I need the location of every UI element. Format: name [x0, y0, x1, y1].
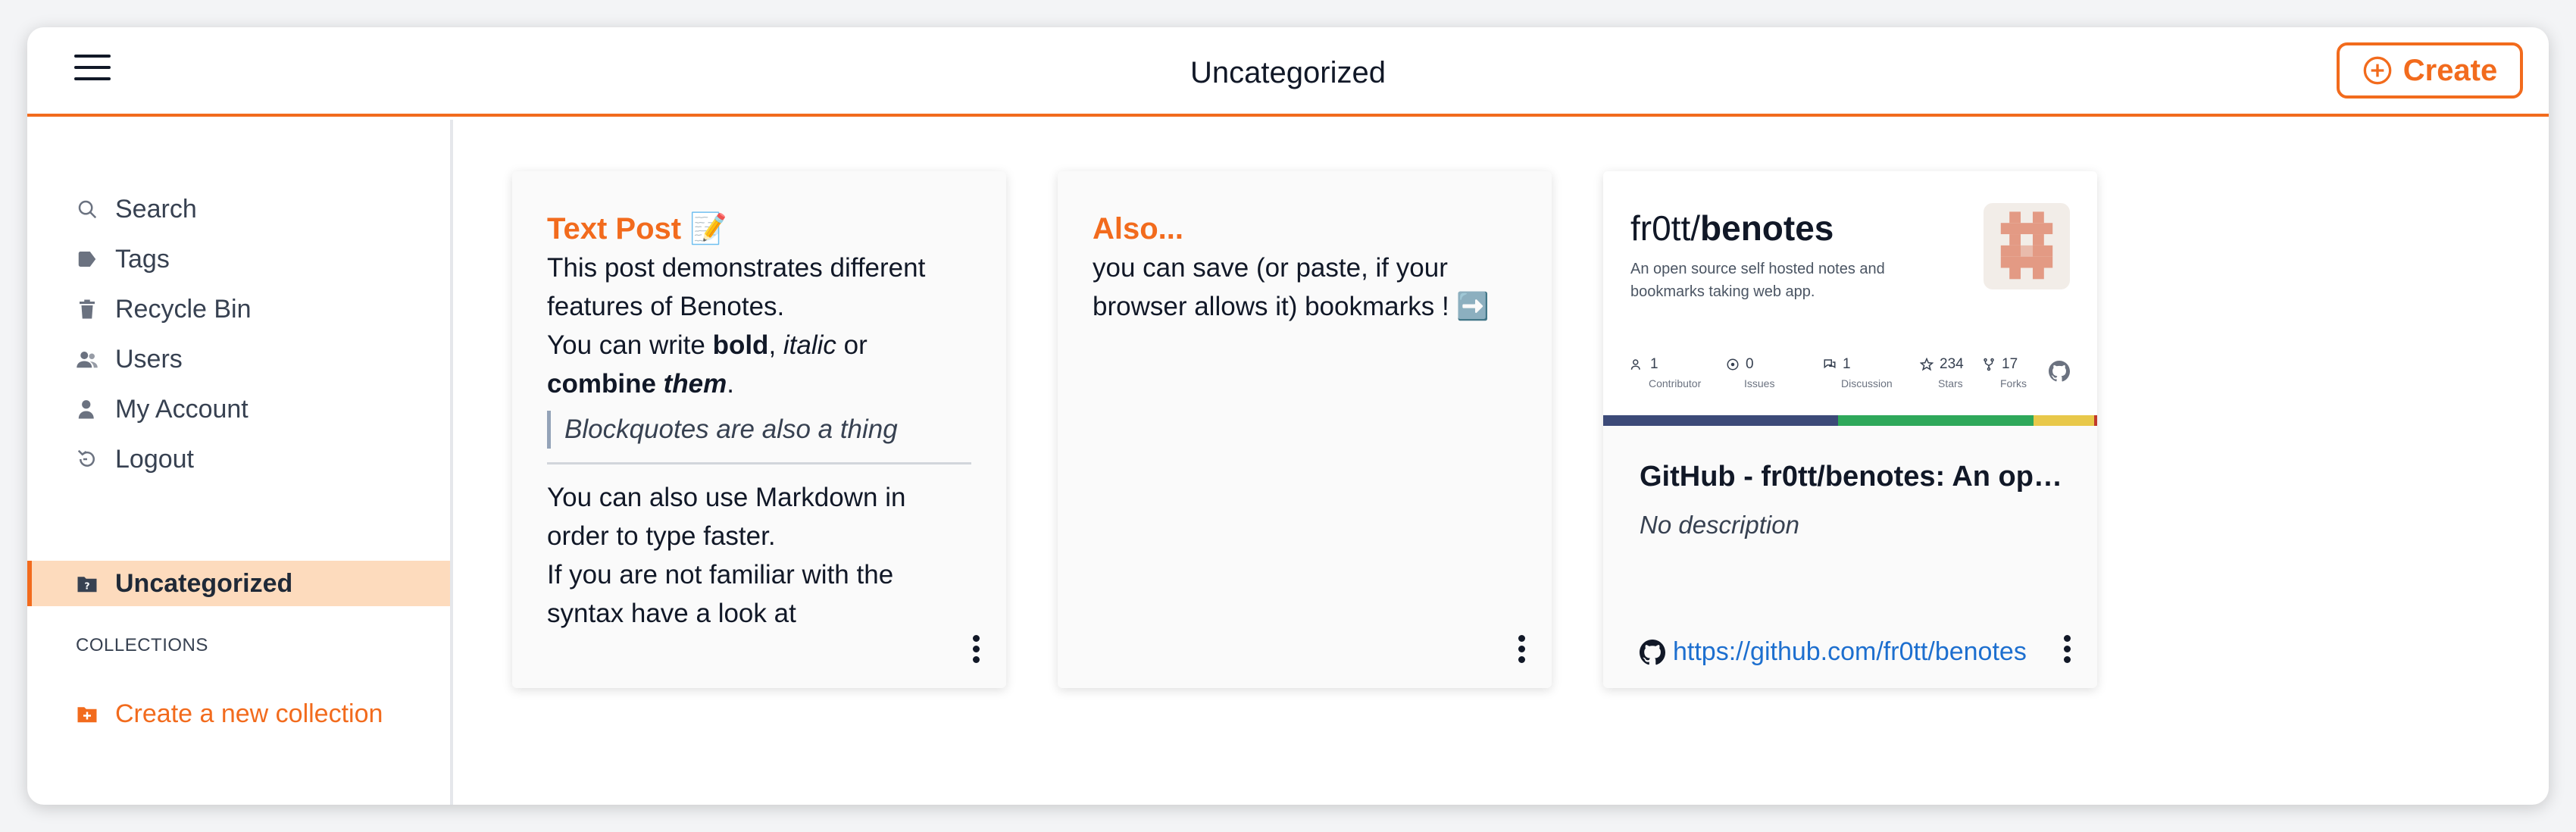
stat-forks: 17 Forks: [1982, 356, 2027, 389]
create-collection-label: Create a new collection: [115, 699, 383, 728]
sidebar-item-logout[interactable]: Logout: [27, 436, 450, 482]
plus-circle-icon: [2363, 56, 2392, 85]
post-text: This post demonstrates different feature…: [547, 253, 926, 321]
repo-avatar: [1984, 203, 2070, 289]
stat-issues: 0 Issues: [1726, 356, 1774, 389]
folder-question-icon: ?: [77, 577, 97, 593]
post-card-text[interactable]: Text Post 📝 This post demonstrates diffe…: [512, 171, 1006, 688]
user-icon: [78, 400, 94, 419]
people-icon: [1630, 359, 1640, 370]
stat-stars: 234 Stars: [1920, 356, 1964, 389]
bookmark-link[interactable]: https://github.com/fr0tt/benotes: [1640, 637, 2027, 667]
sidebar-item-label: Uncategorized: [115, 568, 293, 598]
repo-stats: 1 Contributor 0 Issues 1 Discussion 234 …: [1630, 356, 2070, 402]
fork-icon: [1984, 358, 1994, 371]
post-card-bookmark[interactable]: fr0tt/benotes An open source self hosted…: [1603, 171, 2097, 688]
more-options-icon[interactable]: [1517, 635, 1526, 665]
sidebar-item-users[interactable]: Users: [27, 336, 450, 382]
trash-icon: [80, 299, 95, 319]
sidebar-item-my-account[interactable]: My Account: [27, 386, 450, 432]
sidebar-item-label: Logout: [115, 444, 194, 474]
more-options-icon[interactable]: [2062, 635, 2071, 665]
sidebar-item-tags[interactable]: Tags: [27, 236, 450, 282]
tag-icon: [78, 252, 96, 267]
search-icon: [78, 200, 97, 219]
post-card-also[interactable]: Also... you can save (or paste, if your …: [1058, 171, 1552, 688]
sidebar-item-label: Search: [115, 194, 197, 224]
sidebar-item-uncategorized[interactable]: ? Uncategorized: [27, 561, 450, 606]
sidebar-item-search[interactable]: Search: [27, 186, 450, 232]
star-icon: [1920, 358, 1934, 371]
divider: [547, 462, 971, 464]
create-collection-link[interactable]: Create a new collection: [27, 691, 450, 737]
sidebar: Search Tags Recycle Bin Users My Account…: [27, 120, 453, 805]
sidebar-item-label: Users: [115, 344, 183, 374]
post-text: You can also use Markdown in order to ty…: [547, 483, 906, 551]
post-title: Also...: [1093, 212, 1184, 246]
post-text: combine them.: [547, 369, 734, 399]
language-bar: [1603, 415, 2097, 426]
blockquote: Blockquotes are also a thing: [547, 411, 971, 449]
users-icon: [77, 352, 98, 368]
repo-name: fr0tt/benotes: [1630, 208, 1834, 248]
language-segment: [1838, 415, 2034, 426]
stat-discussions: 1 Discussion: [1823, 356, 1893, 389]
sidebar-item-recycle-bin[interactable]: Recycle Bin: [27, 286, 450, 332]
sidebar-item-label: Tags: [115, 244, 170, 274]
github-icon: [2049, 361, 2070, 382]
stat-contributors: 1 Contributor: [1630, 356, 1701, 389]
app-window: Uncategorized Create Search Tags Recycle…: [27, 27, 2549, 805]
discussion-icon: [1824, 359, 1836, 369]
issue-icon: [1727, 358, 1739, 371]
language-segment: [2094, 415, 2097, 426]
post-title: Text Post 📝: [547, 212, 727, 246]
create-button-label: Create: [2402, 53, 2498, 87]
github-icon: [1640, 639, 1665, 665]
repo-description: An open source self hosted notes and boo…: [1630, 261, 1885, 300]
svg-text:?: ?: [84, 580, 89, 592]
more-options-icon[interactable]: [971, 635, 980, 665]
bookmark-preview-image: fr0tt/benotes An open source self hosted…: [1603, 171, 2097, 426]
post-text: If you are not familiar with the syntax …: [547, 560, 894, 628]
folder-plus-icon: [77, 707, 97, 723]
post-text: you can save (or paste, if your browser …: [1093, 253, 1490, 321]
language-segment: [1603, 415, 1838, 426]
sidebar-item-label: My Account: [115, 394, 249, 424]
bookmark-url: https://github.com/fr0tt/benotes: [1673, 637, 2027, 666]
page-title: Uncategorized: [1190, 56, 1386, 89]
identicon-icon: [2000, 211, 2053, 280]
top-bar: Uncategorized Create: [27, 27, 2549, 117]
bookmark-description: No description: [1640, 511, 1799, 539]
post-text: You can write bold, italic or: [547, 330, 868, 360]
bookmark-title: GitHub - fr0tt/benotes: An open source s…: [1640, 461, 2067, 493]
collections-heading: COLLECTIONS: [76, 635, 208, 655]
sidebar-item-label: Recycle Bin: [115, 294, 252, 324]
create-button[interactable]: Create: [2337, 42, 2523, 99]
logout-icon: [77, 449, 95, 467]
language-segment: [2034, 415, 2094, 426]
